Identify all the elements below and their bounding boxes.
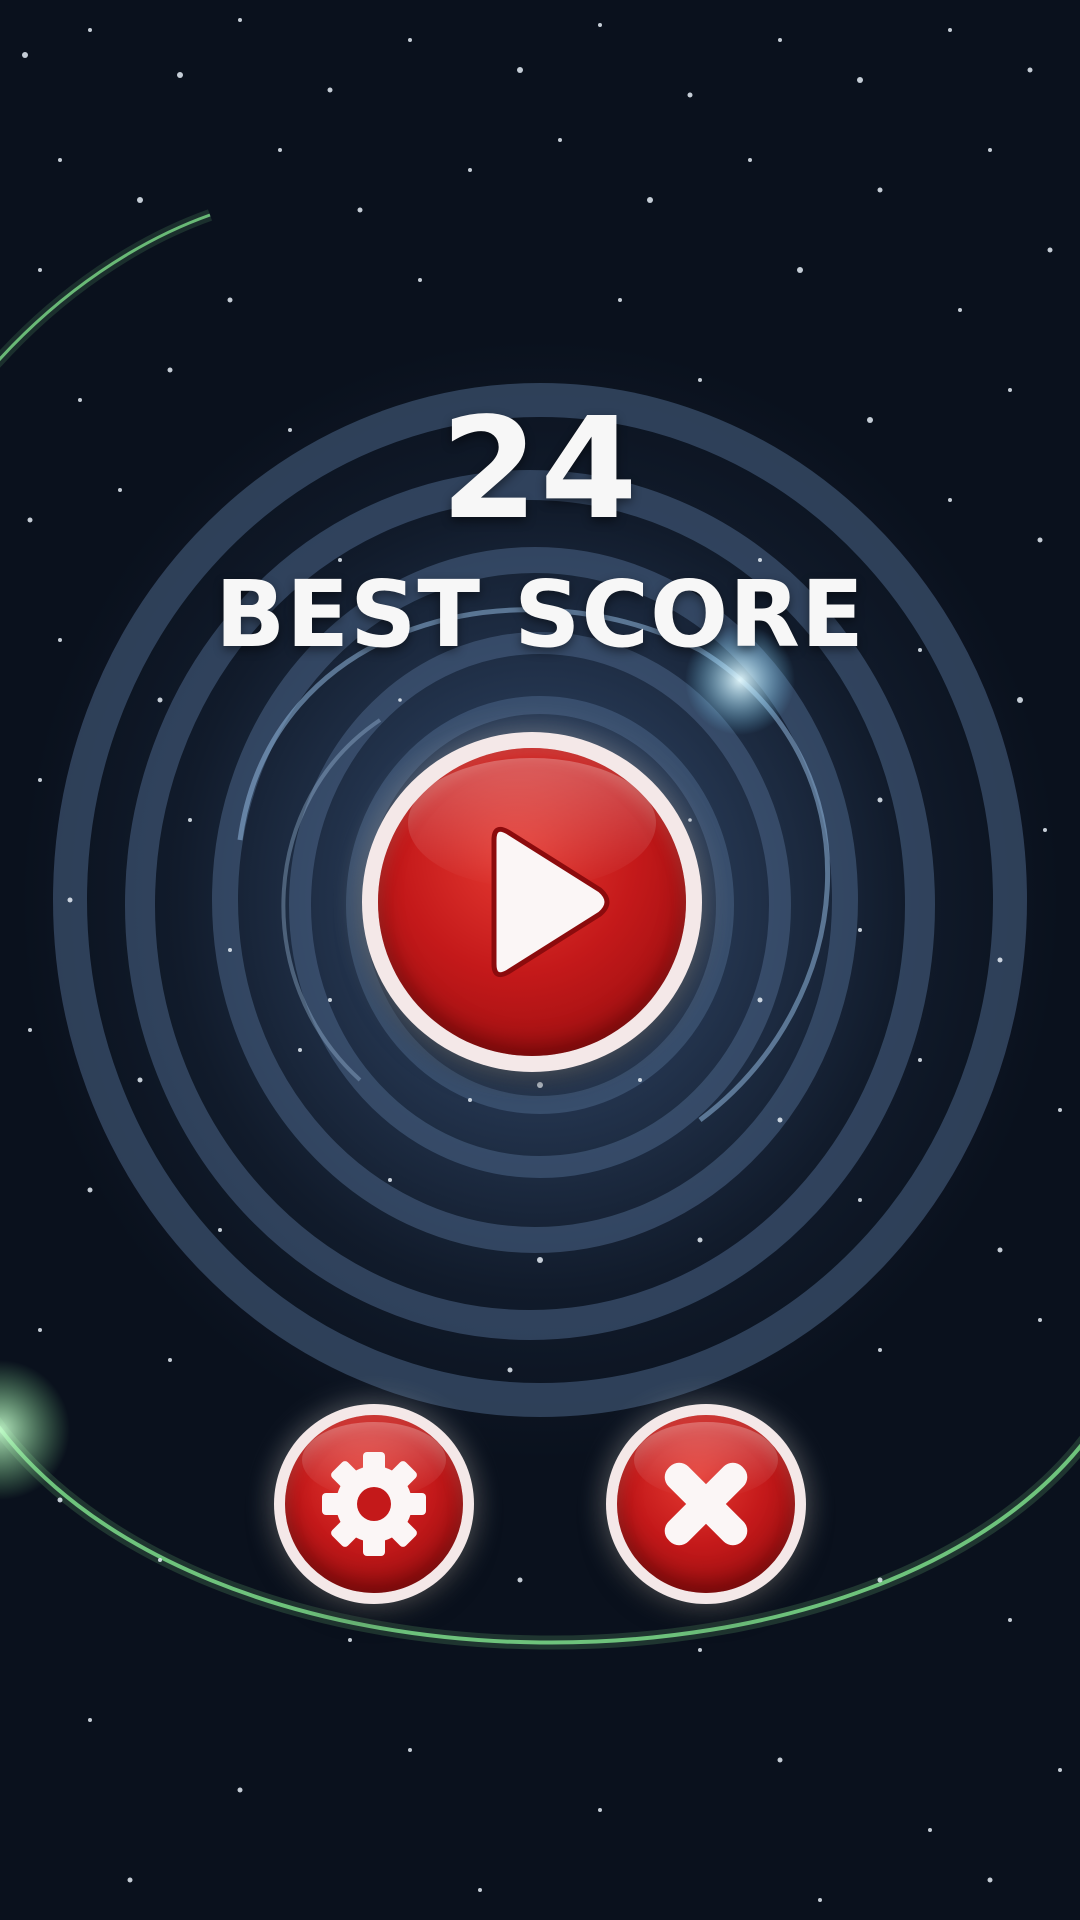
gear-icon bbox=[322, 1452, 426, 1556]
play-button[interactable] bbox=[362, 732, 702, 1072]
best-score-label: BEST SCORE bbox=[215, 561, 865, 668]
close-icon bbox=[664, 1462, 748, 1546]
green-orbit-upper bbox=[0, 213, 211, 362]
settings-button[interactable] bbox=[274, 1404, 474, 1604]
play-icon bbox=[491, 826, 610, 978]
best-score-value: 24 bbox=[440, 388, 640, 551]
game-menu-screen: 24 BEST SCORE bbox=[0, 0, 1080, 1920]
green-orbit-lower bbox=[0, 1425, 1080, 1645]
close-button[interactable] bbox=[606, 1404, 806, 1604]
